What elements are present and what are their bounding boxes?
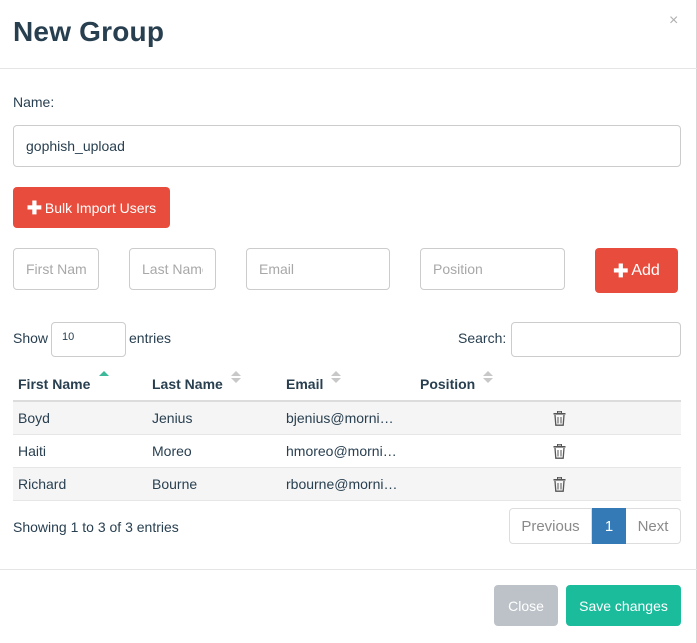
close-button[interactable]: Close: [494, 585, 558, 626]
cell-email: hmoreo@morni…: [286, 443, 397, 459]
modal-title: New Group: [13, 16, 165, 47]
first-name-input[interactable]: [13, 248, 99, 290]
show-label: Show: [13, 330, 49, 346]
column-header-first-name[interactable]: First Name: [18, 376, 90, 392]
search-label: Search:: [458, 330, 507, 346]
table-header: First Name Last Name Email Position: [13, 366, 681, 402]
bulk-import-label: Bulk Import Users: [44, 199, 157, 216]
add-user-button[interactable]: ✚ Add: [595, 248, 678, 293]
column-header-position[interactable]: Position: [420, 376, 475, 392]
sort-icon: [483, 371, 493, 383]
plus-icon: ✚: [613, 260, 629, 281]
sort-asc-icon: [99, 371, 109, 376]
modal-header: New Group ×: [0, 0, 697, 69]
trash-icon[interactable]: [553, 477, 566, 492]
trash-icon[interactable]: [553, 411, 566, 426]
page-length-select[interactable]: 10: [51, 322, 126, 357]
close-icon[interactable]: ×: [669, 12, 678, 30]
table-search-input[interactable]: [511, 322, 681, 357]
trash-icon[interactable]: [553, 444, 566, 459]
sort-icon: [331, 371, 341, 383]
new-group-modal: New Group × Name: ✚ Bulk Import Users ✚ …: [0, 0, 697, 643]
name-label: Name:: [13, 94, 55, 110]
cell-first-name: Haiti: [18, 443, 47, 459]
bulk-import-users-button[interactable]: ✚ Bulk Import Users: [13, 187, 170, 228]
column-header-email[interactable]: Email: [286, 376, 323, 392]
sort-icon: [231, 371, 241, 383]
table-row: Boyd Jenius bjenius@morni…: [13, 402, 681, 435]
cell-first-name: Richard: [18, 476, 67, 492]
column-header-last-name[interactable]: Last Name: [152, 376, 223, 392]
cell-first-name: Boyd: [18, 410, 50, 426]
previous-page-button[interactable]: Previous: [509, 508, 592, 544]
table-info: Showing 1 to 3 of 3 entries: [13, 519, 179, 535]
table-row: Richard Bourne rbourne@morni…: [13, 468, 681, 501]
add-label: Add: [631, 261, 660, 279]
users-table: First Name Last Name Email Position Boyd…: [13, 366, 681, 501]
entries-label: entries: [129, 330, 172, 346]
cell-email: rbourne@morni…: [286, 476, 398, 492]
cell-last-name: Jenius: [152, 410, 193, 426]
position-input[interactable]: [420, 248, 565, 290]
cell-last-name: Bourne: [152, 476, 198, 492]
plus-icon: ✚: [26, 197, 42, 218]
cell-email: bjenius@morni…: [286, 410, 394, 426]
group-name-input[interactable]: [13, 125, 681, 167]
cell-last-name: Moreo: [152, 443, 192, 459]
last-name-input[interactable]: [129, 248, 216, 290]
page-1-button[interactable]: 1: [592, 508, 626, 544]
email-input[interactable]: [246, 248, 390, 290]
save-changes-button[interactable]: Save changes: [566, 585, 681, 626]
next-page-button[interactable]: Next: [626, 508, 681, 544]
table-row: Haiti Moreo hmoreo@morni…: [13, 435, 681, 468]
